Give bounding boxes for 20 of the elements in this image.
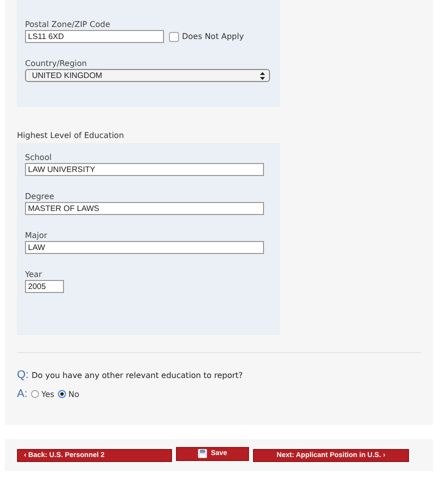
- field-label: School: [25, 153, 53, 162]
- text-field[interactable]: 2005: [25, 280, 64, 293]
- field-label: Major: [25, 231, 48, 240]
- question-mark-label: Q:: [17, 369, 29, 381]
- updown-arrows-icon: [260, 72, 265, 80]
- postal-code-field[interactable]: LS11 6XD: [25, 30, 164, 43]
- question-text: Do you have any other relevant education to report?: [32, 371, 243, 380]
- radio-option[interactable]: Yes: [31, 390, 54, 398]
- field-label: Degree: [25, 192, 56, 201]
- field-label: Country/Region: [25, 59, 88, 68]
- does-not-apply-checkbox[interactable]: Does Not Apply: [169, 32, 244, 42]
- section-title: Highest Level of Education: [17, 130, 125, 142]
- text-field[interactable]: MASTER OF LAWS: [25, 202, 264, 215]
- country-select[interactable]: UNITED KINGDOM: [25, 69, 270, 82]
- text-field[interactable]: LAW UNIVERSITY: [25, 163, 264, 176]
- field-label: Year: [25, 270, 43, 279]
- radio-option[interactable]: No: [58, 390, 80, 398]
- answer-mark-label: A:: [17, 388, 28, 400]
- text-field[interactable]: LAW: [25, 241, 264, 254]
- field-label: Postal Zone/ZIP Code: [25, 20, 112, 29]
